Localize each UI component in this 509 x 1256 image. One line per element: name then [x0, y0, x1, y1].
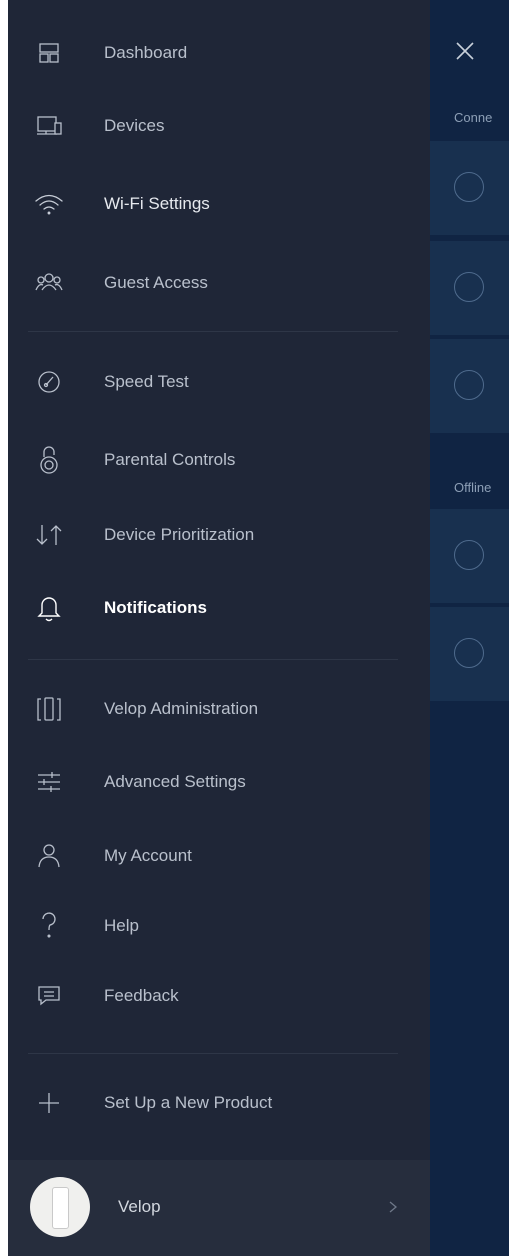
divider: [28, 659, 398, 660]
background-panel: Conne Offline: [430, 0, 509, 1256]
bell-icon: [34, 593, 64, 623]
velop-node-icon: [30, 1177, 90, 1237]
menu-item-label: Help: [104, 916, 139, 935]
device-row[interactable]: [430, 508, 509, 603]
divider: [28, 1053, 398, 1054]
device-row[interactable]: [430, 606, 509, 701]
menu-item-guest-access[interactable]: Guest Access: [8, 253, 430, 313]
menu-item-wifi-settings[interactable]: Wi-Fi Settings: [8, 174, 430, 234]
menu-item-velop-administration[interactable]: Velop Administration: [8, 679, 430, 739]
menu-item-label: Parental Controls: [104, 450, 236, 469]
menu-item-label: Notifications: [104, 598, 207, 617]
menu-item-label: Guest Access: [104, 273, 208, 292]
prioritization-icon: [34, 520, 64, 550]
menu-item-device-prioritization[interactable]: Device Prioritization: [8, 505, 430, 565]
menu-item-notifications[interactable]: Notifications: [8, 578, 430, 638]
menu-item-label: Speed Test: [104, 372, 189, 391]
menu-item-speed-test[interactable]: Speed Test: [8, 352, 430, 412]
menu-item-label: Devices: [104, 116, 165, 135]
menu-item-label: Wi-Fi Settings: [104, 194, 210, 213]
parental-controls-icon: [34, 445, 64, 475]
help-icon: [34, 911, 64, 941]
menu-item-label: Device Prioritization: [104, 525, 255, 544]
app-window: Conne Offline Dashboard Devices Wi-Fi Se…: [8, 0, 509, 1256]
device-circle-icon: [454, 172, 484, 202]
device-row[interactable]: [430, 140, 509, 235]
navigation-drawer: Dashboard Devices Wi-Fi Settings Guest A…: [8, 0, 430, 1256]
device-row[interactable]: [430, 240, 509, 335]
velop-admin-icon: [34, 694, 64, 724]
menu-item-label: Set Up a New Product: [104, 1093, 273, 1112]
menu-item-label: Velop Administration: [104, 699, 259, 718]
device-circle-icon: [454, 638, 484, 668]
menu-item-help[interactable]: Help: [8, 896, 430, 956]
close-icon[interactable]: [454, 40, 476, 62]
feedback-icon: [34, 981, 64, 1011]
menu-item-devices[interactable]: Devices: [8, 96, 430, 156]
connected-section-label: Conne: [454, 110, 493, 125]
sliders-icon: [34, 767, 64, 797]
menu-item-set-up-new-product[interactable]: Set Up a New Product: [8, 1073, 430, 1133]
menu-item-advanced-settings[interactable]: Advanced Settings: [8, 752, 430, 812]
menu-item-label: Dashboard: [104, 43, 188, 62]
menu-item-label: My Account: [104, 846, 192, 865]
menu-item-my-account[interactable]: My Account: [8, 826, 430, 886]
menu-item-dashboard[interactable]: Dashboard: [8, 23, 430, 83]
wifi-icon: [34, 189, 64, 219]
menu-item-feedback[interactable]: Feedback: [8, 966, 430, 1026]
device-row[interactable]: [430, 338, 509, 433]
user-icon: [34, 841, 64, 871]
divider: [28, 331, 398, 332]
menu-item-label: Advanced Settings: [104, 772, 246, 791]
device-circle-icon: [454, 370, 484, 400]
chevron-right-icon: [386, 1199, 400, 1215]
menu-item-parental-controls[interactable]: Parental Controls: [8, 430, 430, 490]
device-circle-icon: [454, 540, 484, 570]
velop-label: Velop: [118, 1197, 161, 1216]
device-circle-icon: [454, 272, 484, 302]
velop-footer-item[interactable]: Velop: [8, 1160, 430, 1256]
dashboard-icon: [34, 38, 64, 68]
offline-section-label: Offline: [454, 480, 492, 495]
devices-icon: [34, 111, 64, 141]
plus-icon: [34, 1088, 64, 1118]
speedometer-icon: [34, 367, 64, 397]
guest-access-icon: [34, 268, 64, 298]
menu-item-label: Feedback: [104, 986, 179, 1005]
